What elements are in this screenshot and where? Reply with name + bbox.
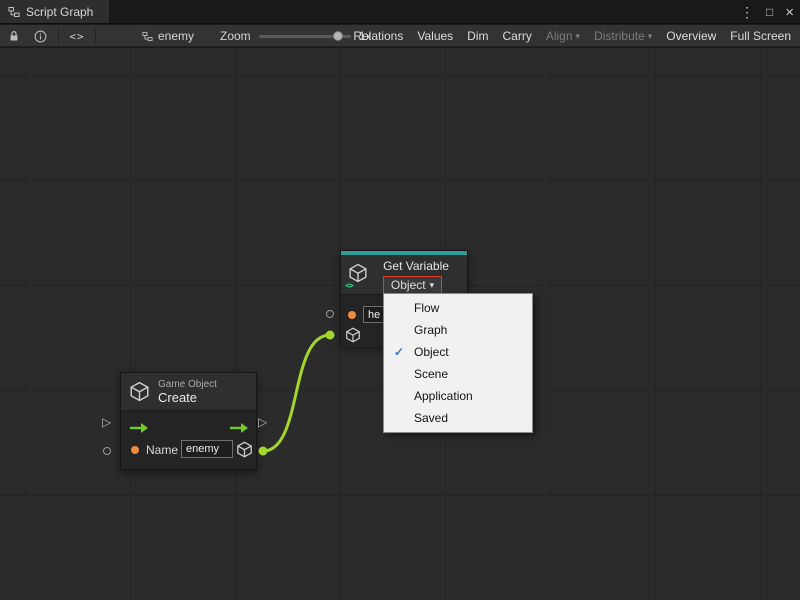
fullscreen-button[interactable]: Full Screen	[723, 25, 798, 47]
window-controls: ⋮ □ ×	[740, 0, 794, 24]
tab-title: Script Graph	[26, 5, 93, 19]
tab-script-graph[interactable]: Script Graph	[0, 0, 109, 23]
graph-canvas[interactable]: ▷ ▷ Game Object Create	[0, 48, 800, 600]
zoom-slider[interactable]	[259, 35, 351, 38]
toolbar-left-group: <>	[6, 25, 96, 47]
name-value-dot[interactable]	[131, 446, 139, 454]
name-value-dot[interactable]	[348, 311, 356, 319]
node-category: Game Object	[158, 379, 217, 391]
flow-output-port[interactable]: ▷	[258, 416, 267, 428]
graph-toolbar: <> enemy Zoom 1x Relations Values Di	[0, 25, 800, 47]
kebab-menu-icon[interactable]: ⋮	[740, 4, 754, 21]
variable-scope-dropdown[interactable]: Object ▾	[383, 276, 442, 294]
menu-item-label: Flow	[414, 301, 439, 315]
name-input-field[interactable]: enemy	[181, 440, 233, 458]
menu-item-application[interactable]: Application	[384, 385, 532, 407]
menu-item-label: Saved	[414, 411, 448, 425]
distribute-label: Distribute	[594, 29, 645, 43]
scope-dropdown-menu: Flow Graph ✓ Object Scene Application Sa…	[383, 293, 533, 433]
info-icon[interactable]	[32, 26, 48, 46]
flow-input-port[interactable]: ▷	[102, 416, 111, 428]
wire-endpoint	[259, 447, 268, 456]
get-variable-header: <> Get Variable Object ▾	[341, 255, 467, 295]
dim-button[interactable]: Dim	[460, 25, 495, 47]
align-label: Align	[546, 29, 573, 43]
checkmark-icon: ✓	[384, 345, 414, 359]
node-title: Create	[158, 391, 217, 405]
carry-button[interactable]: Carry	[496, 25, 539, 47]
create-node-titles: Game Object Create	[158, 379, 217, 405]
variable-icon: <>	[348, 263, 368, 283]
wire-endpoint	[326, 331, 335, 340]
menu-item-label: Graph	[414, 323, 447, 337]
script-graph-icon	[8, 6, 20, 18]
menu-item-saved[interactable]: Saved	[384, 407, 532, 429]
title-bar: Script Graph ⋮ □ ×	[0, 0, 800, 24]
graph-icon	[142, 31, 153, 42]
chevron-down-icon: ▾	[430, 280, 435, 291]
menu-item-object[interactable]: ✓ Object	[384, 341, 532, 363]
graph-name-label: enemy	[158, 29, 194, 43]
align-button[interactable]: Align ▾	[539, 25, 587, 47]
lock-icon[interactable]	[6, 26, 22, 46]
close-icon[interactable]: ×	[785, 4, 794, 21]
create-node-header: Game Object Create	[121, 373, 256, 411]
overview-button[interactable]: Overview	[659, 25, 723, 47]
zoom-slider-handle[interactable]	[333, 31, 343, 41]
maximize-icon[interactable]: □	[766, 5, 773, 19]
toolbar-buttons: Relations Values Dim Carry Align ▾ Distr…	[346, 25, 798, 47]
relations-button[interactable]: Relations	[346, 25, 410, 47]
name-port-label: Name	[146, 443, 178, 457]
node-game-object-create[interactable]: Game Object Create	[120, 372, 257, 470]
flow-out-arrow-icon[interactable]	[229, 422, 249, 434]
name-input-port[interactable]	[326, 310, 334, 318]
menu-item-label: Object	[414, 345, 449, 359]
menu-item-graph[interactable]: Graph	[384, 319, 532, 341]
value-input-port[interactable]	[103, 447, 111, 455]
game-object-output-port[interactable]	[236, 441, 253, 458]
toolbar-divider	[95, 28, 96, 44]
script-graph-window: Script Graph ⋮ □ × <	[0, 0, 800, 600]
chevron-down-icon: ▾	[576, 31, 581, 42]
create-node-body: Name enemy	[121, 411, 256, 469]
menu-item-label: Application	[414, 389, 473, 403]
node-title: Get Variable	[367, 259, 465, 273]
menu-item-scene[interactable]: Scene	[384, 363, 532, 385]
game-object-input-port[interactable]	[345, 327, 361, 343]
graph-breadcrumb[interactable]: enemy	[142, 25, 194, 47]
menu-item-label: Scene	[414, 367, 448, 381]
game-object-icon	[129, 381, 150, 402]
toolbar-divider	[58, 28, 59, 44]
flow-in-arrow-icon[interactable]	[129, 422, 149, 434]
values-button[interactable]: Values	[410, 25, 460, 47]
zoom-label: Zoom	[220, 29, 251, 43]
scope-label: Object	[391, 278, 426, 292]
menu-item-flow[interactable]: Flow	[384, 297, 532, 319]
chevron-down-icon: ▾	[648, 31, 653, 42]
distribute-button[interactable]: Distribute ▾	[587, 25, 659, 47]
code-preview-icon[interactable]: <>	[69, 26, 85, 46]
